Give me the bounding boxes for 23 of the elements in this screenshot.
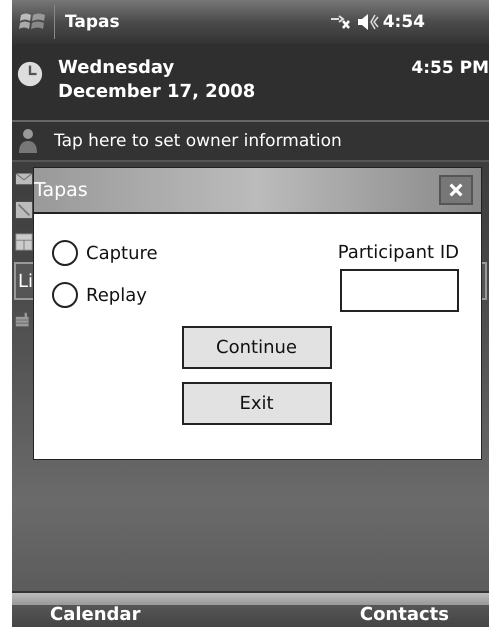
close-button[interactable] [439, 175, 473, 205]
close-icon [447, 181, 465, 199]
participant-id-field[interactable] [340, 269, 459, 312]
person-icon [18, 127, 38, 155]
radio-button[interactable] [52, 282, 78, 308]
dialog-button[interactable]: Continue [182, 326, 332, 369]
time-text[interactable]: 4:55 PM [411, 56, 489, 80]
dialog-title: Tapas [34, 179, 88, 201]
clock-icon[interactable] [16, 60, 44, 88]
app-title: Tapas [65, 12, 121, 32]
radio-button[interactable] [52, 240, 78, 266]
radio-label[interactable]: Replay [86, 284, 147, 306]
message-icon[interactable] [15, 199, 33, 221]
dialog-button[interactable]: Exit [182, 382, 332, 425]
contacts-softkey[interactable]: Contacts [360, 604, 449, 624]
radio-label[interactable]: Capture [86, 242, 158, 264]
clock-time[interactable]: 4:54 [382, 12, 425, 32]
calendar-icon[interactable] [15, 231, 33, 253]
speaker-icon[interactable] [356, 12, 379, 32]
date-text[interactable]: December 17, 2008 [58, 80, 412, 104]
calendar-softkey[interactable]: Calendar [50, 604, 140, 624]
participant-id-label: Participant ID [338, 242, 459, 263]
weekday-text[interactable]: Wednesday [58, 56, 412, 80]
